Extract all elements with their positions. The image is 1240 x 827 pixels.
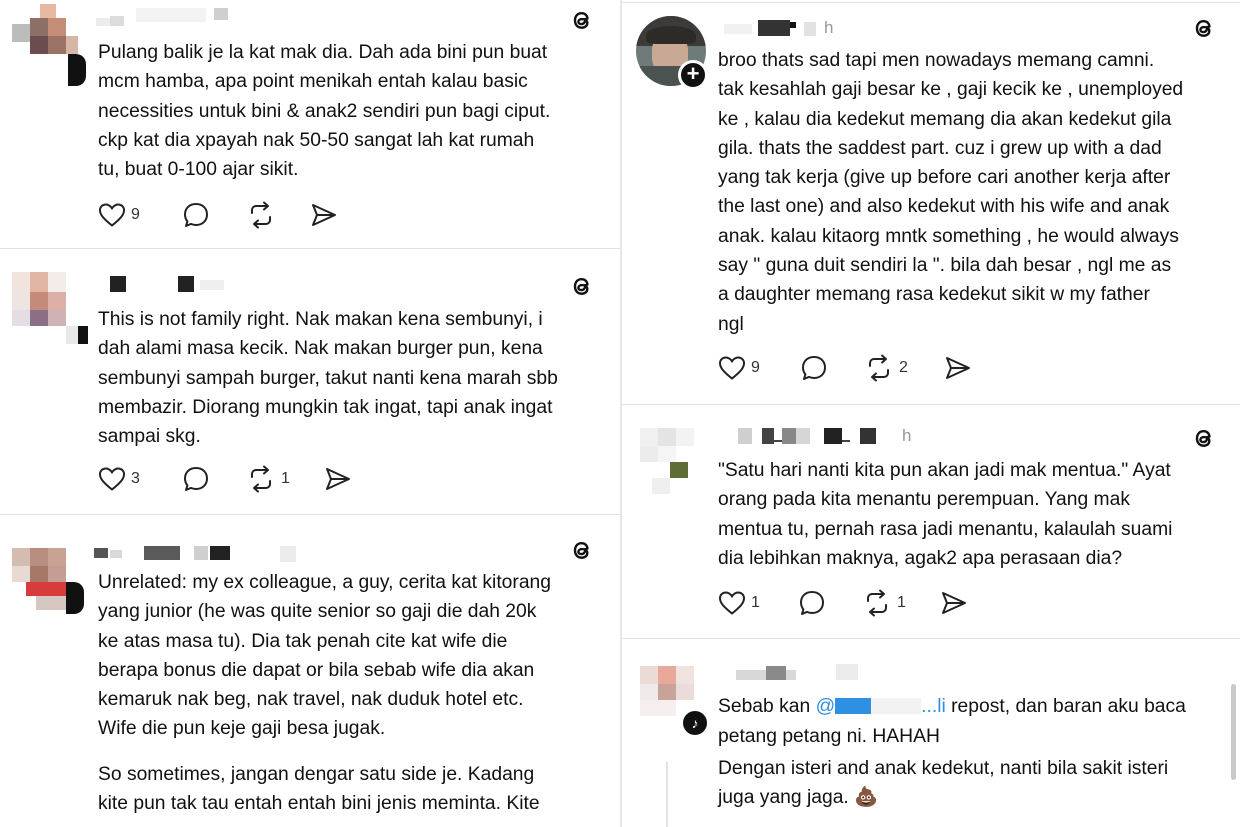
- send-icon: [946, 357, 970, 379]
- divider: [622, 2, 1240, 3]
- divider: [622, 638, 1240, 639]
- mention-suffix: ...li: [921, 696, 946, 717]
- comment-bubble-icon: [184, 203, 208, 227]
- repost-button[interactable]: 1: [246, 464, 290, 494]
- thread-post: Unrelated: my ex colleague, a guy, cerit…: [0, 516, 620, 827]
- post-text: Pulang balik je la kat mak dia. Dah ada …: [98, 42, 551, 181]
- threads-logo-icon[interactable]: [1190, 14, 1218, 42]
- threads-logo-icon[interactable]: [568, 272, 596, 300]
- redacted-mention: [835, 698, 872, 714]
- reply-button[interactable]: [800, 353, 828, 383]
- reply-button[interactable]: [798, 588, 826, 618]
- post-actions: 1 1: [718, 588, 998, 618]
- post-text: This is not family right. Nak makan kena…: [98, 309, 558, 448]
- thread-line: [666, 762, 668, 827]
- scrollbar[interactable]: [1231, 684, 1236, 780]
- repost-button[interactable]: [246, 200, 276, 230]
- username[interactable]: [94, 546, 304, 564]
- comment-bubble-icon: [184, 467, 208, 491]
- divider: [0, 514, 620, 515]
- music-note-icon: ♪: [680, 708, 710, 738]
- post-text: broo thats sad tapi men nowadays memang …: [718, 50, 1184, 335]
- like-count: 9: [751, 359, 760, 376]
- threads-logo-icon[interactable]: [568, 536, 596, 564]
- like-count: 9: [131, 206, 140, 223]
- comment-bubble-icon: [800, 591, 824, 615]
- heart-icon: [98, 203, 126, 227]
- repost-count: 1: [281, 470, 290, 487]
- thread-post: + h broo thats sad tapi men nowadays mem…: [622, 0, 1240, 404]
- reply-button[interactable]: [182, 200, 210, 230]
- avatar[interactable]: [8, 270, 88, 344]
- repost-icon: [869, 354, 889, 382]
- username[interactable]: h: [724, 18, 884, 38]
- send-icon: [326, 468, 350, 490]
- avatar[interactable]: [8, 544, 84, 616]
- heart-icon: [718, 591, 746, 615]
- share-button[interactable]: [944, 353, 972, 383]
- post-text: Sebab kan @ ...li repost, dan baran aku b…: [718, 692, 1218, 721]
- share-button[interactable]: [310, 200, 338, 230]
- username[interactable]: [96, 6, 256, 26]
- username[interactable]: [110, 276, 270, 294]
- heart-icon: [98, 467, 126, 491]
- divider: [622, 404, 1240, 405]
- text-after-mention: repost, dan baran aku baca: [945, 696, 1186, 717]
- username[interactable]: h: [738, 426, 938, 446]
- like-button[interactable]: 9: [98, 200, 140, 230]
- like-button[interactable]: 1: [718, 588, 760, 618]
- post-actions: 9: [98, 200, 358, 230]
- post-text-continued: So sometimes, jangan dengar satu side je…: [98, 764, 540, 815]
- post-text: "Satu hari nanti kita pun akan jadi mak …: [718, 460, 1173, 569]
- redacted-mention: [871, 698, 922, 714]
- repost-icon: [867, 589, 887, 617]
- send-icon: [942, 592, 966, 614]
- thread-post: ♪ Sebab kan @ ...li repost, dan baran aku…: [622, 640, 1240, 827]
- repost-icon: [251, 201, 271, 229]
- left-thread-column: Pulang balik je la kat mak dia. Dah ada …: [0, 0, 620, 827]
- post-text-line2: petang petang ni. HAHAH: [718, 726, 940, 747]
- follow-plus-icon[interactable]: +: [678, 60, 708, 90]
- threads-logo-icon[interactable]: [568, 6, 596, 34]
- thread-post: Pulang balik je la kat mak dia. Dah ada …: [0, 0, 620, 248]
- repost-count: 1: [897, 594, 906, 611]
- heart-icon: [718, 356, 746, 380]
- repost-button[interactable]: 1: [862, 588, 906, 618]
- timestamp: h: [824, 18, 834, 37]
- share-button[interactable]: [324, 464, 352, 494]
- send-icon: [312, 204, 336, 226]
- avatar[interactable]: [636, 426, 708, 498]
- username[interactable]: [736, 664, 896, 682]
- repost-count: 2: [899, 359, 908, 376]
- post-actions: 3 1: [98, 464, 358, 494]
- reply-button[interactable]: [182, 464, 210, 494]
- repost-button[interactable]: 2: [864, 353, 908, 383]
- text-before-mention: Sebab kan: [718, 696, 816, 717]
- mention-link[interactable]: @ ...li: [816, 696, 946, 717]
- threads-logo-icon[interactable]: [1190, 424, 1218, 452]
- comment-bubble-icon: [802, 356, 826, 380]
- mention-prefix: @: [815, 696, 836, 717]
- like-count: 3: [131, 470, 140, 487]
- like-count: 1: [751, 594, 760, 611]
- like-button[interactable]: 9: [718, 353, 760, 383]
- share-button[interactable]: [940, 588, 968, 618]
- divider: [0, 248, 620, 249]
- avatar[interactable]: [8, 0, 86, 86]
- thread-post: This is not family right. Nak makan kena…: [0, 250, 620, 514]
- right-thread-column: + h broo thats sad tapi men nowadays mem…: [622, 0, 1240, 827]
- repost-icon: [251, 465, 271, 493]
- post-text: Unrelated: my ex colleague, a guy, cerit…: [98, 572, 551, 740]
- like-button[interactable]: 3: [98, 464, 140, 494]
- post-actions: 9 2: [718, 353, 998, 383]
- post-text-paragraph: Dengan isteri and anak kedekut, nanti bi…: [718, 758, 1169, 809]
- timestamp: h: [902, 426, 912, 445]
- thread-post: h "Satu hari nanti kita pun akan jadi ma…: [622, 406, 1240, 638]
